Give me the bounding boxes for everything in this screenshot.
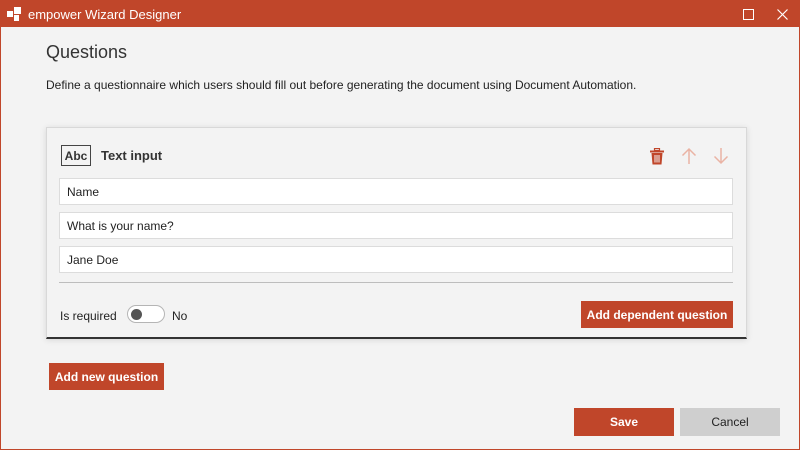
title-bar: empower Wizard Designer bbox=[1, 1, 799, 27]
delete-button[interactable] bbox=[646, 145, 668, 167]
add-dependent-question-button[interactable]: Add dependent question bbox=[581, 301, 733, 328]
question-actions bbox=[646, 145, 732, 167]
close-icon bbox=[776, 8, 788, 20]
move-up-button[interactable] bbox=[678, 145, 700, 167]
text-input-type-icon: Abc bbox=[61, 145, 91, 166]
trash-icon bbox=[650, 147, 664, 164]
close-button[interactable] bbox=[765, 1, 799, 27]
window-title: empower Wizard Designer bbox=[28, 6, 182, 22]
question-card: Abc Text input Name What is your name? J… bbox=[46, 127, 747, 339]
question-text-field[interactable] bbox=[59, 212, 733, 239]
cancel-button[interactable]: Cancel bbox=[680, 408, 780, 436]
app-window: empower Wizard Designer Questions Define… bbox=[0, 0, 800, 450]
move-down-button[interactable] bbox=[710, 145, 732, 167]
is-required-value: No bbox=[172, 309, 188, 323]
maximize-icon bbox=[742, 8, 754, 20]
arrow-down-icon bbox=[713, 148, 729, 165]
save-button[interactable]: Save bbox=[574, 408, 674, 436]
toggle-knob bbox=[131, 309, 142, 320]
question-type-label: Text input bbox=[101, 148, 163, 163]
divider bbox=[59, 282, 733, 283]
add-new-question-button[interactable]: Add new question bbox=[49, 363, 164, 390]
app-logo-icon bbox=[7, 7, 21, 21]
window-controls bbox=[731, 1, 799, 27]
page-title: Questions bbox=[46, 42, 128, 62]
default-value-field[interactable] bbox=[59, 246, 733, 273]
arrow-up-icon bbox=[681, 147, 697, 164]
page-description: Define a questionnaire which users shoul… bbox=[46, 78, 637, 92]
is-required-toggle[interactable] bbox=[127, 305, 165, 323]
is-required-label: Is required bbox=[60, 309, 117, 323]
question-name-field[interactable] bbox=[59, 178, 733, 205]
maximize-button[interactable] bbox=[731, 1, 765, 27]
